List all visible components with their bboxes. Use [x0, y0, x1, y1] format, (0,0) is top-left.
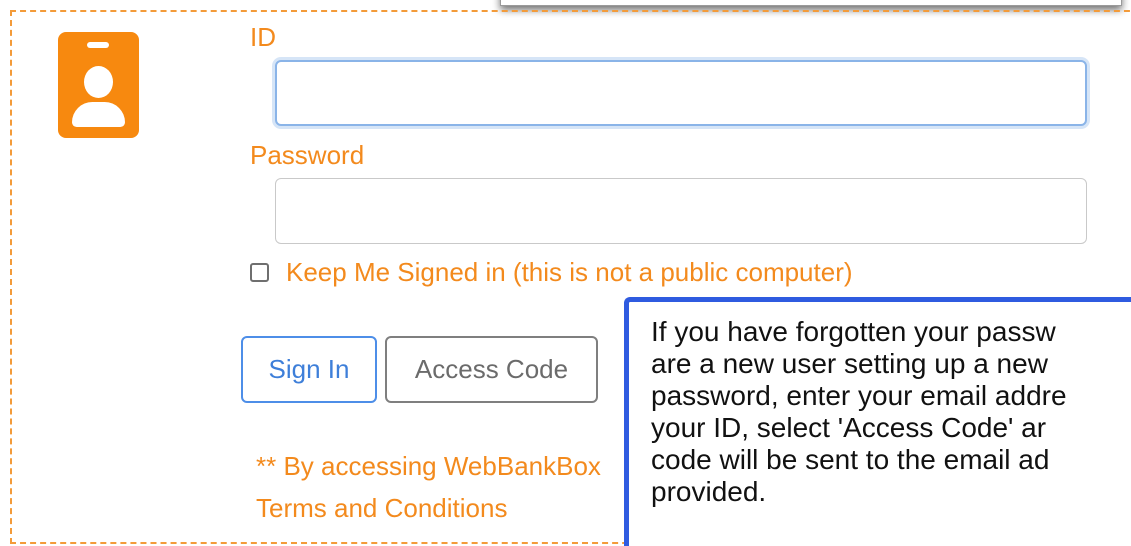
password-label: Password [250, 140, 365, 170]
overlay-window-edge [500, 0, 1122, 6]
login-screen: ID Password Keep Me Signed in (this is n… [0, 0, 1131, 546]
keep-signed-in-label[interactable]: Keep Me Signed in (this is not a public … [286, 256, 853, 288]
badge-person-head [84, 66, 113, 98]
tooltip-text: If you have forgotten your passw are a n… [651, 316, 1131, 508]
sign-in-button[interactable]: Sign In [241, 336, 377, 403]
keep-signed-in-checkbox[interactable] [250, 263, 269, 282]
tooltip-line: code will be sent to the email ad [651, 444, 1050, 475]
id-badge-icon [58, 32, 139, 138]
tooltip-line: password, enter your email addre [651, 380, 1067, 411]
badge-person-body [72, 102, 125, 127]
access-code-button[interactable]: Access Code [385, 336, 598, 403]
tooltip-line: If you have forgotten your passw [651, 316, 1056, 347]
tooltip-line: provided. [651, 476, 767, 507]
password-input[interactable] [275, 178, 1087, 244]
tooltip-line: are a new user setting up a new [651, 348, 1048, 379]
badge-slot [87, 42, 109, 48]
id-input[interactable] [275, 60, 1087, 126]
tooltip-line: your ID, select 'Access Code' ar [651, 412, 1047, 443]
access-code-tooltip: If you have forgotten your passw are a n… [624, 297, 1131, 546]
id-label: ID [250, 22, 276, 52]
disclaimer-text: ** By accessing WebBankBox [256, 451, 601, 481]
terms-and-conditions-link[interactable]: Terms and Conditions [256, 492, 507, 524]
